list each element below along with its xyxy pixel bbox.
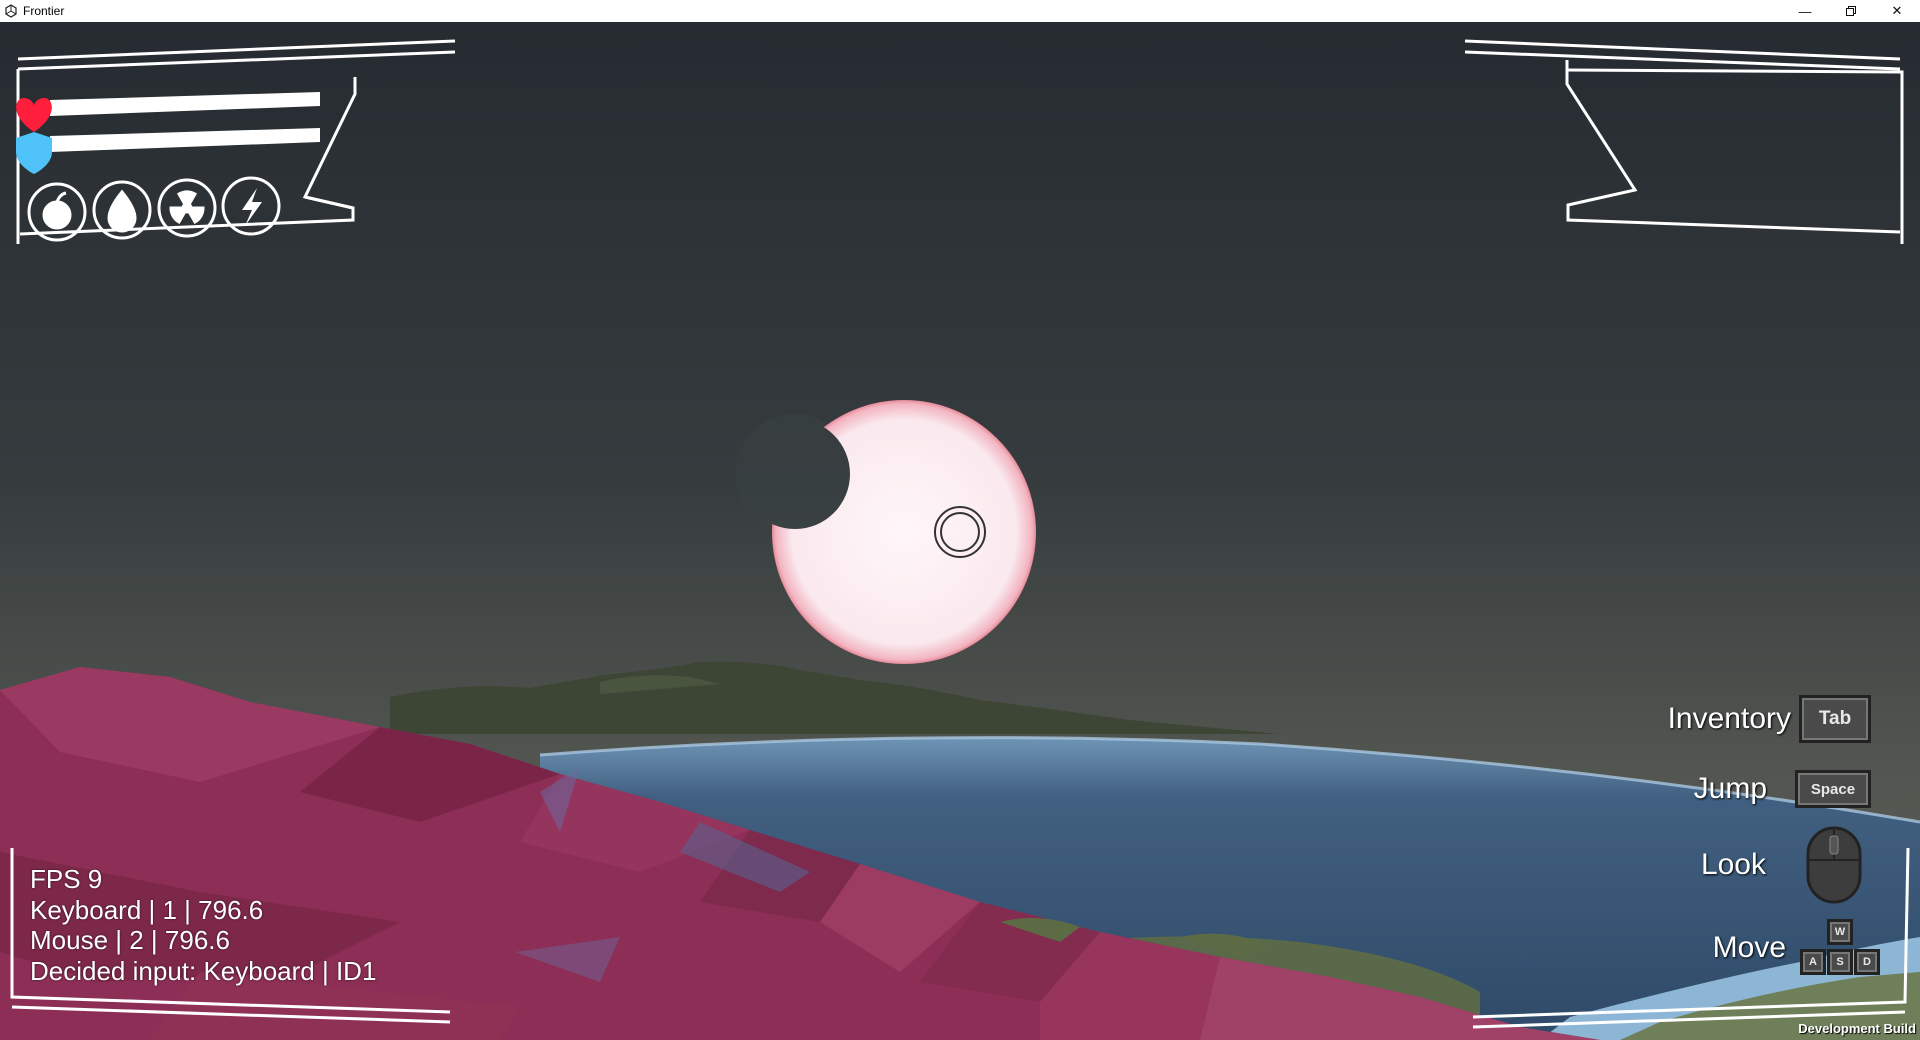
restore-icon[interactable] <box>1828 0 1874 22</box>
space-key-icon: Space <box>1795 770 1871 808</box>
game-viewport[interactable]: FPS 9 Keyboard | 1 | 796.6 Mouse | 2 | 7… <box>0 22 1920 1040</box>
minimize-icon[interactable]: — <box>1782 0 1828 22</box>
d-key-icon: D <box>1854 949 1880 975</box>
wasd-keys-icon: W A S D <box>1800 919 1880 977</box>
hint-move-label: Move <box>1712 931 1786 964</box>
decided-input-readout: Decided input: Keyboard | ID1 <box>30 955 377 986</box>
hint-jump-label: Jump <box>1693 772 1767 805</box>
development-build-label: Development Build <box>1798 1021 1916 1036</box>
debug-info: FPS 9 Keyboard | 1 | 796.6 Mouse | 2 | 7… <box>30 864 376 986</box>
tab-key-icon: Tab <box>1799 695 1871 743</box>
window-title: Frontier <box>23 4 65 18</box>
mouse-icon <box>1806 826 1862 904</box>
hint-look-label: Look <box>1700 848 1766 881</box>
hint-jump: Jump Space <box>1694 770 1871 808</box>
a-key-icon: A <box>1800 949 1826 975</box>
window-titlebar: Frontier — ✕ <box>0 0 1920 22</box>
hint-inventory-label: Inventory <box>1667 702 1791 735</box>
moon <box>772 400 1036 664</box>
fps-readout: FPS 9 <box>30 864 103 894</box>
unity-app-icon <box>5 4 17 18</box>
hint-inventory: Inventory Tab <box>1668 695 1871 743</box>
hint-look: Look <box>1701 826 1862 904</box>
close-icon[interactable]: ✕ <box>1874 0 1920 22</box>
w-key-icon: W <box>1827 919 1853 945</box>
s-key-icon: S <box>1827 949 1853 975</box>
hint-move: Move W A S D <box>1713 919 1880 977</box>
mouse-readout: Mouse | 2 | 796.6 <box>30 925 230 955</box>
keyboard-readout: Keyboard | 1 | 796.6 <box>30 894 264 925</box>
